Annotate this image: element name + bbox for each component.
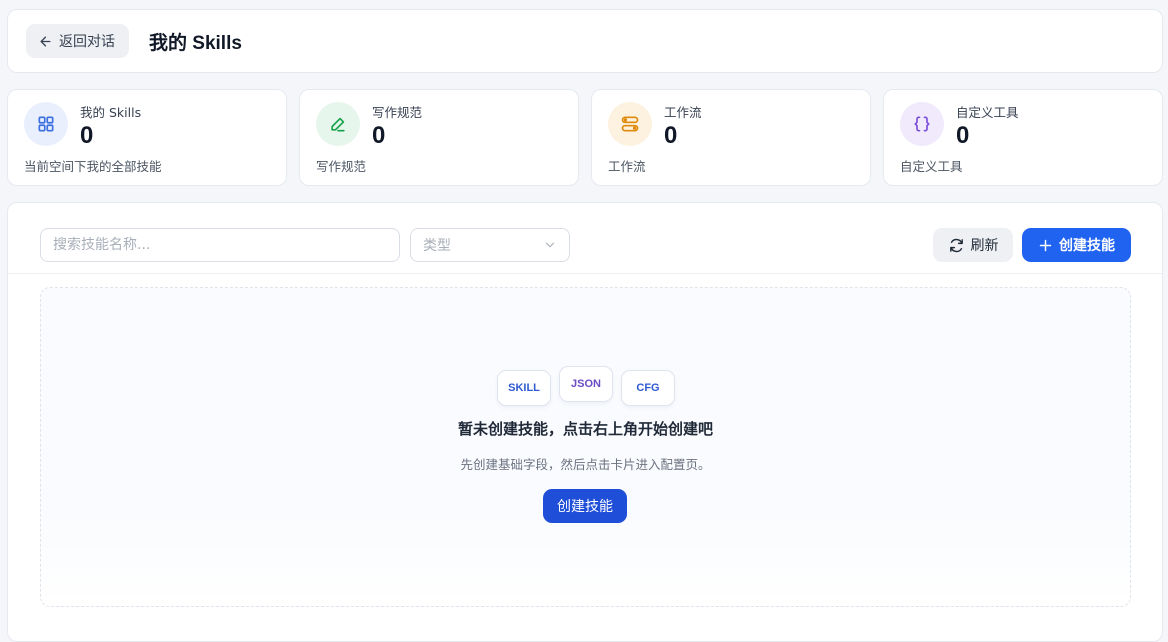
stat-description: 当前空间下我的全部技能 [24, 159, 162, 174]
braces-icon [900, 102, 944, 146]
type-select-placeholder: 类型 [423, 238, 451, 254]
stat-card-my-skills: 我的 Skills 0 当前空间下我的全部技能 [7, 89, 287, 186]
skills-panel: 类型 刷新 创建技能 SKILL JSON CFG [7, 202, 1163, 642]
stat-label: 工作流 [664, 105, 702, 120]
stat-description: 自定义工具 [900, 159, 963, 174]
stat-value: 0 [956, 122, 970, 149]
stat-card-custom-tools: 自定义工具 0 自定义工具 [883, 89, 1163, 186]
stat-card-workflow: 工作流 0 工作流 [591, 89, 871, 186]
refresh-button[interactable]: 刷新 [933, 228, 1013, 262]
chip-label: JSON [571, 378, 601, 390]
page-title: 我的 Skills [149, 32, 242, 54]
json-chip: JSON [559, 366, 613, 402]
chip-label: CFG [636, 382, 660, 394]
create-skill-button[interactable]: 创建技能 [1022, 228, 1131, 262]
stat-value: 0 [372, 122, 386, 149]
arrow-left-icon [40, 36, 51, 46]
empty-state-description: 先创建基础字段，然后点击卡片进入配置页。 [460, 457, 711, 472]
type-select[interactable]: 类型 [410, 228, 570, 262]
back-button-label: 返回对话 [59, 34, 115, 50]
stat-card-writing-rules: 写作规范 0 写作规范 [299, 89, 579, 186]
stat-value: 0 [664, 122, 678, 149]
chevron-down-icon [545, 242, 555, 248]
refresh-button-label: 刷新 [970, 238, 999, 254]
grid-icon [24, 102, 68, 146]
empty-state-title: 暂未创建技能，点击右上角开始创建吧 [457, 420, 713, 438]
stat-label: 自定义工具 [956, 105, 1019, 120]
refresh-icon [949, 238, 963, 252]
empty-state: SKILL JSON CFG 暂未创建技能，点击右上角开始创建吧 先创建基础字段… [40, 287, 1131, 607]
stat-label: 我的 Skills [80, 105, 142, 120]
create-skill-button-label: 创建技能 [1059, 238, 1115, 254]
stat-label: 写作规范 [372, 105, 423, 120]
skill-chip: SKILL [497, 370, 551, 406]
search-input[interactable] [40, 228, 400, 262]
workflow-icon [608, 102, 652, 146]
empty-create-skill-button[interactable]: 创建技能 [543, 489, 627, 523]
stat-value: 0 [80, 122, 94, 149]
stat-description: 写作规范 [316, 159, 367, 174]
skills-toolbar: 类型 刷新 创建技能 [8, 203, 1162, 274]
chip-label: SKILL [508, 382, 540, 394]
plus-icon [1039, 239, 1052, 251]
cfg-chip: CFG [621, 370, 675, 406]
pencil-icon [316, 102, 360, 146]
back-to-chat-button[interactable]: 返回对话 [26, 24, 129, 58]
top-bar: 返回对话 我的 Skills [7, 9, 1163, 73]
stat-description: 工作流 [608, 159, 646, 174]
